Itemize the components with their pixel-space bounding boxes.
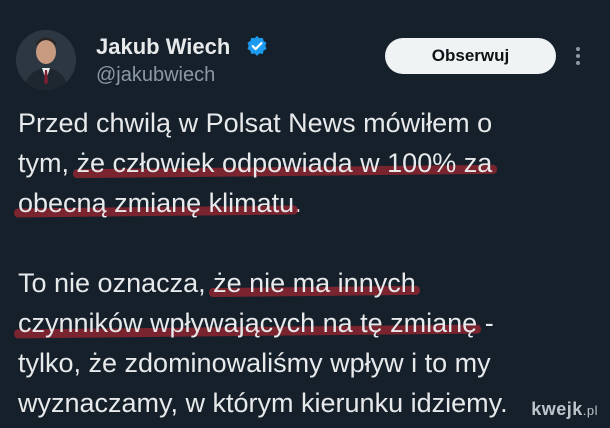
tweet-line: tylko, że zdominowaliśmy wpływ i to my [18, 343, 598, 383]
tweet-header: Jakub Wiech @jakubwiech Obserwuj [0, 0, 610, 100]
highlighted-text: obecną zmianę klimatu [18, 188, 295, 218]
text-segment: tylko, że zdominowaliśmy wpływ i to my [18, 348, 491, 378]
avatar-photo [16, 30, 76, 90]
author-handle[interactable]: @jakubwiech [96, 64, 215, 87]
tweet-line: obecną zmianę klimatu. [18, 183, 598, 223]
text-segment: Przed chwilą w Polsat News mówiłem o [18, 108, 493, 138]
watermark-logo: kwejk.pl [531, 399, 598, 420]
watermark-suffix: .pl [582, 403, 598, 418]
text-segment: - [477, 308, 494, 338]
tweet-line: To nie oznacza, że nie ma innych [18, 263, 598, 303]
tweet-line: czynników wpływających na tę zmianę - [18, 303, 598, 343]
highlighted-text: że człowiek odpowiada w 100% za [76, 148, 493, 178]
tweet-paragraph-2: To nie oznacza, że nie ma innych czynnik… [18, 263, 598, 423]
watermark-brand: kwejk [531, 399, 583, 419]
tweet-text: Przed chwilą w Polsat News mówiłem o tym… [18, 103, 598, 423]
highlighted-text: że nie ma innych [213, 268, 416, 298]
more-vertical-icon[interactable] [570, 44, 586, 68]
text-segment: To nie oznacza, [18, 268, 214, 298]
tweet-line: Przed chwilą w Polsat News mówiłem o [18, 103, 598, 143]
text-segment: tym, [18, 148, 77, 178]
author-name[interactable]: Jakub Wiech [96, 34, 230, 60]
text-segment: wyznaczamy, w którym kierunku idziemy. [18, 388, 508, 418]
highlighted-text: czynników wpływających na tę zmianę [18, 308, 478, 338]
avatar[interactable] [16, 30, 76, 90]
tweet-line: wyznaczamy, w którym kierunku idziemy. [18, 383, 598, 423]
tweet-line: tym, że człowiek odpowiada w 100% za [18, 143, 598, 183]
tweet-paragraph-1: Przed chwilą w Polsat News mówiłem o tym… [18, 103, 598, 223]
verified-badge-icon [247, 36, 267, 56]
follow-button[interactable]: Obserwuj [385, 38, 556, 74]
